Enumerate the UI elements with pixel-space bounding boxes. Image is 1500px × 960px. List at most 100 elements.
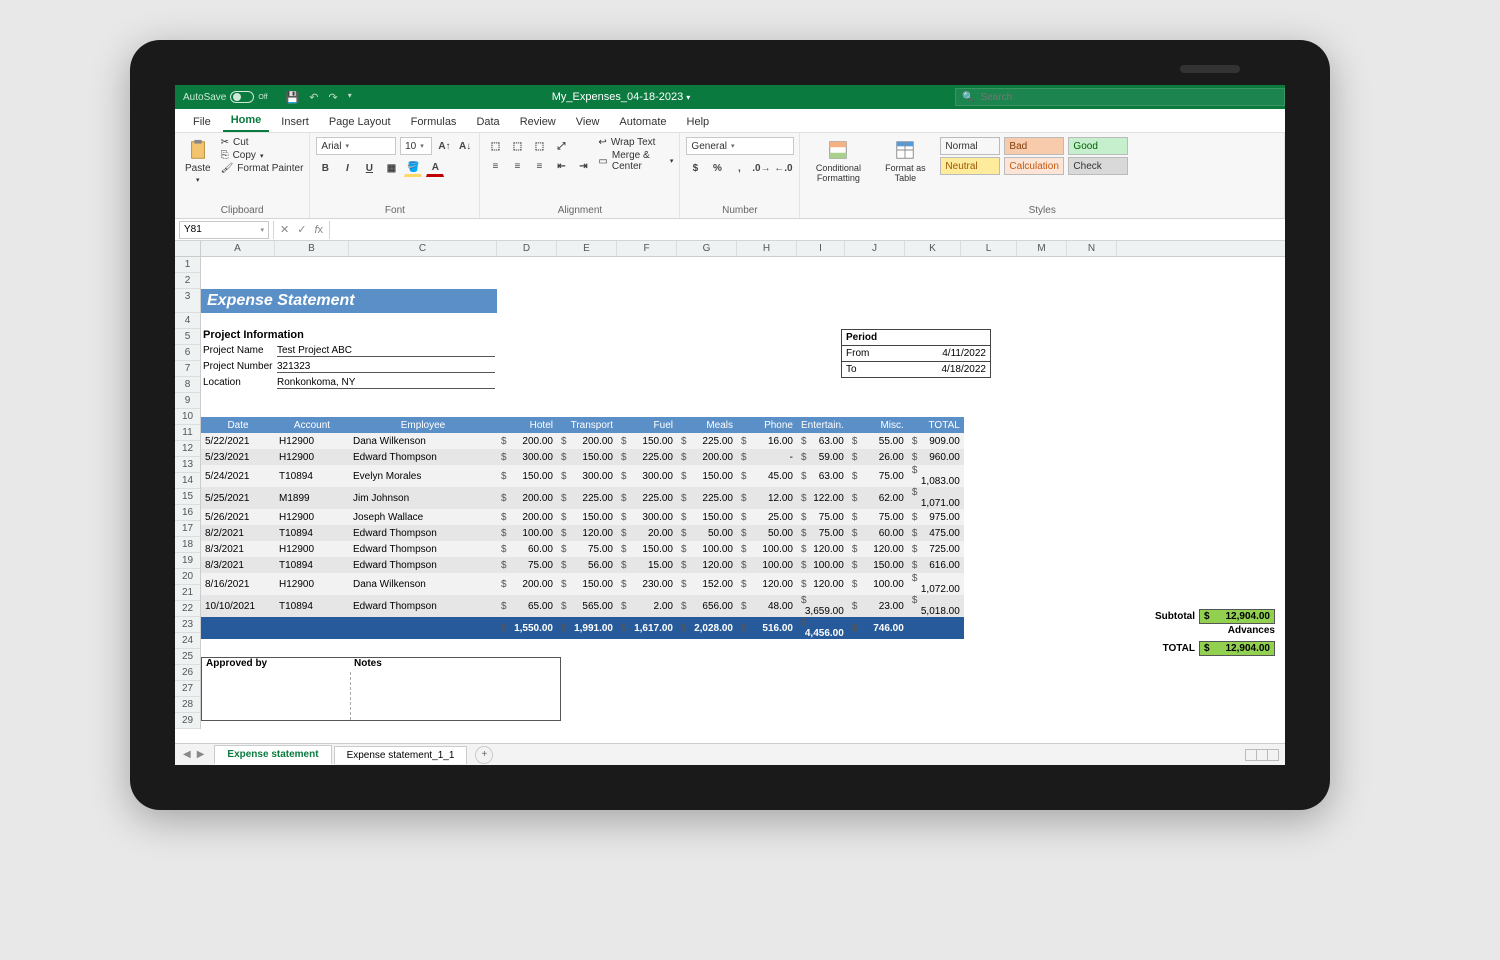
number-format-select[interactable]: General▾ <box>686 137 794 155</box>
row-header-6[interactable]: 6 <box>175 345 200 361</box>
row-header-3[interactable]: 3 <box>175 289 200 313</box>
row-header-28[interactable]: 28 <box>175 697 200 713</box>
document-title[interactable]: My_Expenses_04-18-2023 ▾ <box>552 91 691 103</box>
bold-button[interactable]: B <box>316 159 334 177</box>
cut-button[interactable]: ✂Cut <box>221 137 304 148</box>
style-bad[interactable]: Bad <box>1004 137 1064 155</box>
autosave-toggle[interactable]: AutoSave Off <box>175 91 276 103</box>
row-header-10[interactable]: 10 <box>175 409 200 425</box>
table-row[interactable]: 5/25/2021M1899Jim Johnson200.00225.00225… <box>201 487 964 509</box>
table-row[interactable]: 8/3/2021T10894Edward Thompson75.0056.001… <box>201 557 964 573</box>
font-size-select[interactable]: 10▾ <box>400 137 432 155</box>
table-row[interactable]: 5/23/2021H12900Edward Thompson300.00150.… <box>201 449 964 465</box>
row-headers[interactable]: 1234567891011121314151617181920212223242… <box>175 257 201 729</box>
align-right-icon[interactable]: ≡ <box>530 157 548 175</box>
style-good[interactable]: Good <box>1068 137 1128 155</box>
scroll-indicator[interactable] <box>1245 749 1279 761</box>
col-header-H[interactable]: H <box>737 241 797 256</box>
formula-bar[interactable] <box>330 224 1285 235</box>
row-header-1[interactable]: 1 <box>175 257 200 273</box>
row-header-12[interactable]: 12 <box>175 441 200 457</box>
underline-button[interactable]: U <box>360 159 378 177</box>
row-header-13[interactable]: 13 <box>175 457 200 473</box>
worksheet-grid[interactable]: ABCDEFGHIJKLMN 1234567891011121314151617… <box>175 241 1285 743</box>
search-box[interactable]: 🔍 <box>955 88 1285 106</box>
sheet-nav[interactable]: ◀▶ <box>175 749 212 760</box>
row-header-20[interactable]: 20 <box>175 569 200 585</box>
sheet-prev-icon[interactable]: ◀ <box>183 749 191 760</box>
row-header-25[interactable]: 25 <box>175 649 200 665</box>
row-header-15[interactable]: 15 <box>175 489 200 505</box>
table-row[interactable]: 5/26/2021H12900Joseph Wallace200.00150.0… <box>201 509 964 525</box>
style-calculation[interactable]: Calculation <box>1004 157 1064 175</box>
table-row[interactable]: 10/10/2021T10894Edward Thompson65.00565.… <box>201 595 964 617</box>
row-header-8[interactable]: 8 <box>175 377 200 393</box>
cancel-icon[interactable]: ✕ <box>280 223 289 236</box>
percent-format-icon[interactable]: % <box>708 159 726 177</box>
redo-icon[interactable]: ↷ <box>329 91 338 104</box>
align-center-icon[interactable]: ≡ <box>508 157 526 175</box>
sheet-tab-other[interactable]: Expense statement_1_1 <box>334 746 468 764</box>
row-header-2[interactable]: 2 <box>175 273 200 289</box>
row-header-5[interactable]: 5 <box>175 329 200 345</box>
row-header-26[interactable]: 26 <box>175 665 200 681</box>
column-headers[interactable]: ABCDEFGHIJKLMN <box>201 241 1285 257</box>
comma-format-icon[interactable]: , <box>730 159 748 177</box>
undo-icon[interactable]: ↶ <box>309 91 318 104</box>
name-box[interactable]: Y81▾ <box>179 221 269 239</box>
table-row[interactable]: 8/2/2021T10894Edward Thompson100.00120.0… <box>201 525 964 541</box>
decrease-font-icon[interactable]: A↓ <box>457 137 474 155</box>
font-name-select[interactable]: Arial▾ <box>316 137 396 155</box>
table-row[interactable]: 5/24/2021T10894Evelyn Morales150.00300.0… <box>201 465 964 487</box>
decrease-indent-icon[interactable]: ⇤ <box>552 157 570 175</box>
sheet-next-icon[interactable]: ▶ <box>197 749 205 760</box>
row-header-24[interactable]: 24 <box>175 633 200 649</box>
row-header-27[interactable]: 27 <box>175 681 200 697</box>
col-header-K[interactable]: K <box>905 241 961 256</box>
row-header-22[interactable]: 22 <box>175 601 200 617</box>
accounting-format-icon[interactable]: $ <box>686 159 704 177</box>
increase-decimal-icon[interactable]: .0→ <box>752 159 770 177</box>
row-header-29[interactable]: 29 <box>175 713 200 729</box>
style-neutral[interactable]: Neutral <box>940 157 1000 175</box>
align-left-icon[interactable]: ≡ <box>486 157 504 175</box>
row-header-7[interactable]: 7 <box>175 361 200 377</box>
row-header-16[interactable]: 16 <box>175 505 200 521</box>
col-header-G[interactable]: G <box>677 241 737 256</box>
col-header-M[interactable]: M <box>1017 241 1067 256</box>
enter-icon[interactable]: ✓ <box>297 223 306 236</box>
decrease-decimal-icon[interactable]: ←.0 <box>774 159 792 177</box>
align-middle-icon[interactable]: ⬚ <box>508 137 526 155</box>
copy-button[interactable]: ⎘Copy▾ <box>221 150 304 161</box>
row-header-17[interactable]: 17 <box>175 521 200 537</box>
tab-view[interactable]: View <box>568 112 608 132</box>
cells-area[interactable]: Expense Statement Project Information Pe… <box>201 257 1285 743</box>
search-input[interactable] <box>980 92 1278 103</box>
tab-formulas[interactable]: Formulas <box>403 112 465 132</box>
col-header-A[interactable]: A <box>201 241 275 256</box>
col-header-F[interactable]: F <box>617 241 677 256</box>
border-button[interactable]: ▦ <box>382 159 400 177</box>
format-painter-button[interactable]: 🖌Format Painter <box>221 163 304 174</box>
tab-home[interactable]: Home <box>223 110 270 132</box>
table-row[interactable]: 8/3/2021H12900Edward Thompson60.0075.001… <box>201 541 964 557</box>
row-header-18[interactable]: 18 <box>175 537 200 553</box>
row-header-14[interactable]: 14 <box>175 473 200 489</box>
tab-file[interactable]: File <box>185 112 219 132</box>
fx-icon[interactable]: fx <box>314 224 323 236</box>
align-top-icon[interactable]: ⬚ <box>486 137 504 155</box>
table-row[interactable]: 5/22/2021H12900Dana Wilkenson200.00200.0… <box>201 433 964 449</box>
tab-data[interactable]: Data <box>468 112 507 132</box>
merge-center-button[interactable]: ▭Merge & Center▾ <box>598 150 673 172</box>
tab-page-layout[interactable]: Page Layout <box>321 112 399 132</box>
tab-review[interactable]: Review <box>512 112 564 132</box>
col-header-J[interactable]: J <box>845 241 905 256</box>
row-header-11[interactable]: 11 <box>175 425 200 441</box>
fill-color-button[interactable]: 🪣 <box>404 159 422 177</box>
col-header-N[interactable]: N <box>1067 241 1117 256</box>
paste-button[interactable]: Paste ▾ <box>181 137 215 186</box>
orientation-icon[interactable]: ⤢ <box>552 137 570 155</box>
style-normal[interactable]: Normal <box>940 137 1000 155</box>
wrap-text-button[interactable]: ↩Wrap Text <box>598 137 673 148</box>
col-header-C[interactable]: C <box>349 241 497 256</box>
